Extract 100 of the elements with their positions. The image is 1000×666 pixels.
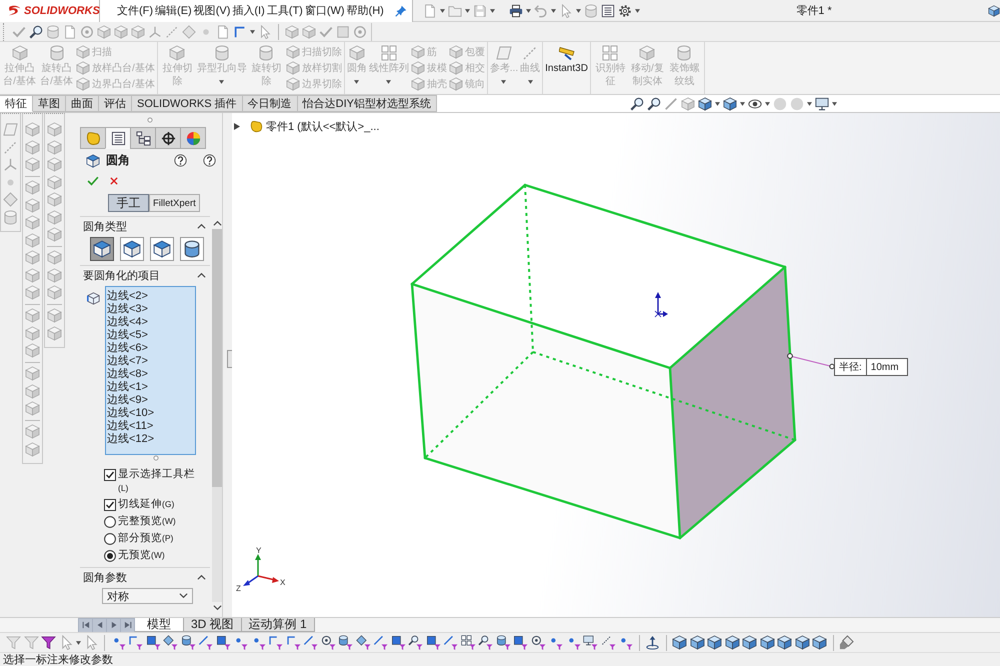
corner-filter-icon[interactable] [268, 635, 283, 650]
caret-icon[interactable] [807, 102, 812, 106]
cube-icon[interactable] [742, 635, 757, 650]
list-item[interactable]: 边线<3> [107, 303, 195, 316]
caret-icon[interactable] [765, 102, 770, 106]
command-tab[interactable]: 评估 [99, 95, 132, 112]
cylinder-filter-icon[interactable] [496, 635, 510, 650]
menu-item[interactable]: 视图(V) [194, 3, 230, 18]
cube-icon[interactable] [707, 635, 722, 650]
list-item[interactable]: 边线<1> [107, 381, 195, 394]
check-icon[interactable] [87, 175, 99, 187]
slash-filter-icon[interactable] [303, 635, 318, 650]
funnel-icon[interactable] [41, 635, 56, 650]
fillet-type-button[interactable] [150, 237, 174, 261]
corner-icon[interactable] [233, 24, 247, 38]
square-filter-icon[interactable] [426, 635, 440, 650]
target-filter-icon[interactable] [530, 635, 546, 650]
scrollbar[interactable] [212, 229, 222, 602]
mode-tab[interactable]: 手工 [108, 194, 149, 212]
list-item[interactable]: 边线<6> [107, 342, 195, 355]
cube-icon[interactable] [988, 4, 1000, 16]
handle-icon[interactable] [147, 116, 153, 122]
list-icon[interactable] [601, 4, 615, 18]
last-icon[interactable] [122, 620, 132, 630]
option-label[interactable]: 无预览(W) [118, 548, 165, 562]
square-filter-icon[interactable] [216, 635, 230, 650]
command-tab[interactable]: 草图 [33, 95, 66, 112]
caret-icon[interactable] [715, 102, 720, 106]
monitor-filter-icon[interactable] [583, 635, 598, 650]
corner-filter-icon[interactable] [128, 635, 143, 650]
list-item[interactable]: 边线<11> [107, 420, 195, 433]
magnifier-filter-icon[interactable] [478, 635, 493, 650]
target-filter-icon[interactable] [320, 635, 336, 650]
cube-icon[interactable] [724, 635, 740, 650]
panel-tab[interactable] [130, 127, 156, 149]
menu-item[interactable]: 工具(T) [266, 3, 303, 18]
chevron-up-icon[interactable] [197, 574, 206, 580]
tree-item[interactable]: 零件1 (默认<<默认>_... [266, 119, 380, 134]
cube-icon[interactable] [672, 635, 687, 650]
selection-list[interactable]: 边线<2> 边线<3> 边线<4> 边线<5> 边线<6> 边线<7> 边线<8> 边线<1> 边线<9> 边线<10> 边线<11> 边线<12> [105, 286, 196, 455]
list-item[interactable]: 边线<7> [107, 355, 195, 368]
help-icon[interactable] [203, 154, 216, 167]
model-edge[interactable] [410, 282, 426, 460]
cylinder-filter-icon[interactable] [338, 635, 353, 650]
view-tab[interactable]: 模型 [135, 618, 184, 632]
corner-filter-icon[interactable] [286, 635, 300, 650]
command-tab[interactable]: 曲面 [66, 95, 99, 112]
handle-icon[interactable] [153, 455, 159, 461]
cube-icon[interactable] [690, 635, 704, 650]
splitter-handle[interactable] [227, 350, 232, 368]
page-icon[interactable] [216, 24, 230, 38]
checkbox[interactable] [104, 499, 116, 511]
slash-filter-icon[interactable] [198, 635, 213, 650]
line-filter-icon[interactable] [600, 635, 616, 650]
menu-item[interactable]: 编辑(E) [155, 3, 192, 18]
monitor-icon[interactable] [815, 96, 829, 110]
box-drawing[interactable] [410, 184, 796, 540]
panel-tab[interactable] [155, 127, 181, 149]
list-item[interactable]: 边线<9> [107, 394, 195, 407]
slash-filter-icon[interactable] [443, 635, 458, 650]
model-edge[interactable] [410, 184, 526, 286]
list-item[interactable]: 边线<10> [107, 407, 195, 420]
model-edge[interactable] [410, 282, 672, 370]
square-filter-icon[interactable] [390, 635, 406, 650]
hidden-edge[interactable] [532, 351, 796, 441]
cube-icon[interactable] [812, 635, 827, 650]
menu-item[interactable]: 窗口(W) [304, 3, 345, 18]
slash-filter-icon[interactable] [373, 635, 388, 650]
first-icon[interactable] [80, 620, 90, 630]
menu-item[interactable]: 文件(F) [117, 3, 154, 18]
caret-icon[interactable] [440, 8, 445, 12]
caret-icon[interactable] [576, 8, 581, 12]
dropdown[interactable]: 对称 [102, 588, 193, 604]
cube-icon[interactable] [723, 96, 737, 110]
gear-icon[interactable] [618, 4, 632, 18]
model-edge[interactable] [668, 266, 786, 370]
list-item[interactable]: 边线<4> [107, 316, 195, 329]
caret-icon[interactable] [465, 8, 470, 12]
caret-icon[interactable] [76, 640, 81, 644]
value-field[interactable]: 10mm [866, 359, 907, 375]
option-label[interactable]: 显示选择工具栏 (L) [118, 467, 198, 495]
help-icon[interactable] [174, 154, 187, 167]
cube-icon[interactable] [777, 635, 792, 650]
model-edge[interactable] [524, 184, 786, 268]
caret-icon[interactable] [490, 8, 495, 12]
option-label[interactable]: 部分预览(P) [118, 531, 174, 545]
view-tab[interactable]: 运动算例 1 [242, 618, 315, 632]
graphics-area[interactable]: Y X Z 零件1 (默认<<默认>_... 半径: 10mm [232, 113, 1000, 617]
option-label[interactable]: 切线延伸(G) [118, 497, 174, 511]
caret-icon[interactable] [551, 8, 556, 12]
magnifier-icon[interactable] [647, 96, 661, 110]
magnifier-filter-icon[interactable] [408, 635, 423, 650]
chevron-down-icon[interactable] [212, 605, 222, 611]
fillet-type-button[interactable] [90, 237, 114, 261]
cube-icon[interactable] [794, 635, 810, 650]
caret-icon[interactable] [832, 102, 837, 106]
fillet-type-button[interactable] [180, 237, 204, 261]
check-icon[interactable] [12, 24, 26, 38]
command-tab[interactable]: SOLIDWORKS 插件 [132, 95, 243, 112]
menu-item[interactable]: 帮助(H) [346, 3, 384, 18]
